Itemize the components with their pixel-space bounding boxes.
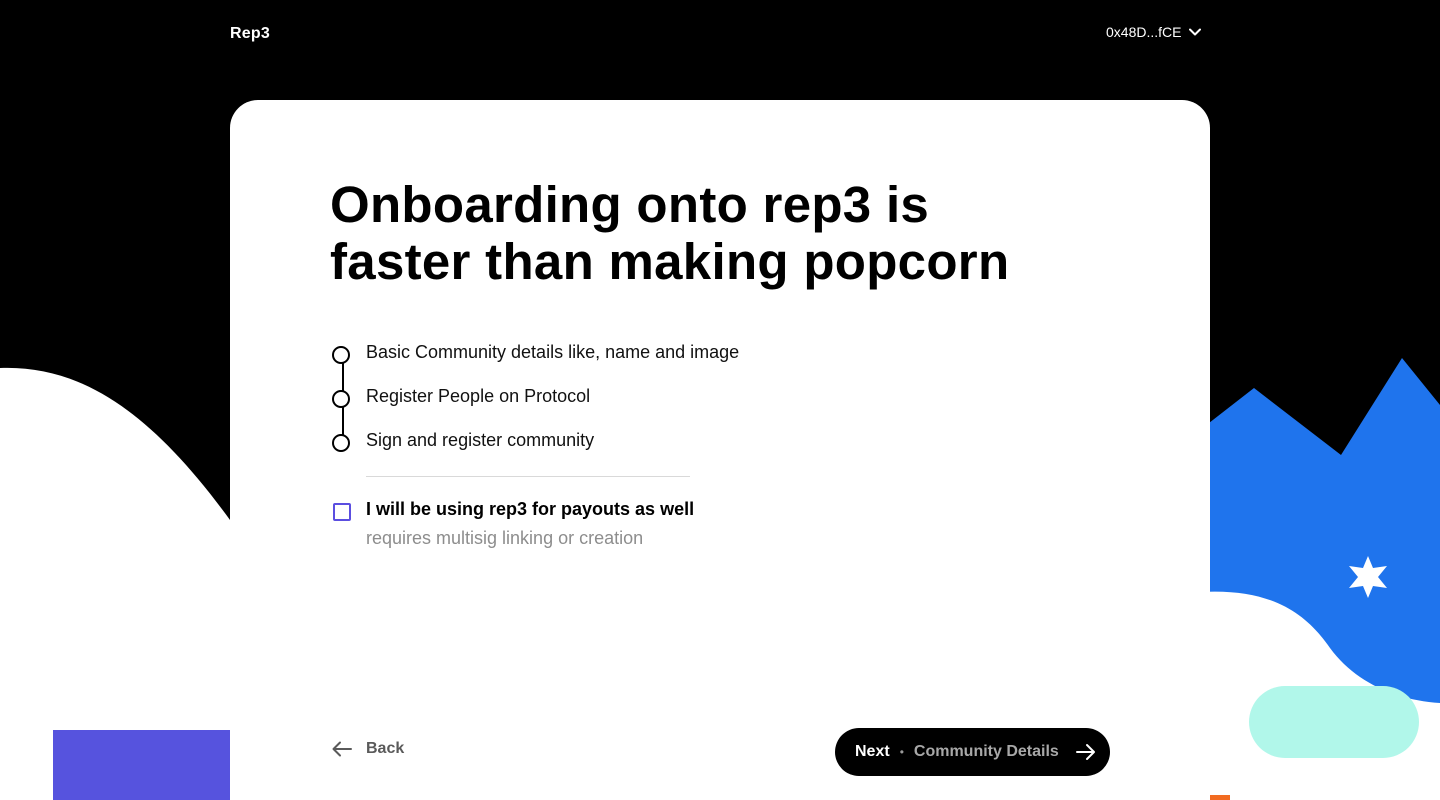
top-bar: Rep3 0x48D...fCE — [0, 0, 1440, 70]
arrow-left-icon — [332, 741, 352, 757]
payouts-checkbox-hint: requires multisig linking or creation — [366, 528, 644, 548]
page-title: Onboarding onto rep3 is faster than maki… — [330, 176, 1010, 290]
step-circle-icon — [332, 346, 350, 364]
payouts-checkbox[interactable] — [333, 503, 351, 521]
step-label: Sign and register community — [366, 430, 595, 450]
onboarding-steps: Basic Community details like, name and i… — [332, 341, 832, 473]
step-item: Basic Community details like, name and i… — [332, 341, 832, 385]
step-item: Sign and register community — [332, 429, 832, 473]
wallet-menu-button[interactable]: 0x48D...fCE — [1106, 24, 1202, 40]
page: Rep3 0x48D...fCE Onboarding onto rep3 is… — [0, 0, 1440, 800]
onboarding-card: Onboarding onto rep3 is faster than maki… — [230, 100, 1210, 800]
step-circle-icon — [332, 434, 350, 452]
step-item: Register People on Protocol — [332, 385, 832, 429]
next-button-separator: • — [899, 745, 904, 759]
divider — [366, 476, 690, 477]
step-label: Basic Community details like, name and i… — [366, 342, 740, 362]
next-button[interactable]: Next • Community Details — [835, 728, 1110, 776]
payouts-checkbox-label[interactable]: I will be using rep3 for payouts as well — [366, 499, 694, 520]
chevron-down-icon — [1189, 28, 1202, 36]
app-logo[interactable]: Rep3 — [230, 25, 270, 43]
mint-pill-shape — [1249, 686, 1419, 758]
step-circle-icon — [332, 390, 350, 408]
purple-block-shape — [53, 730, 243, 800]
back-button-label: Back — [366, 740, 405, 757]
step-label: Register People on Protocol — [366, 386, 591, 406]
arrow-right-icon — [1076, 744, 1095, 760]
next-step-name: Community Details — [913, 743, 1059, 760]
back-button[interactable]: Back — [332, 740, 404, 758]
next-button-label: Next — [855, 743, 890, 760]
wallet-address: 0x48D...fCE — [1106, 24, 1182, 40]
